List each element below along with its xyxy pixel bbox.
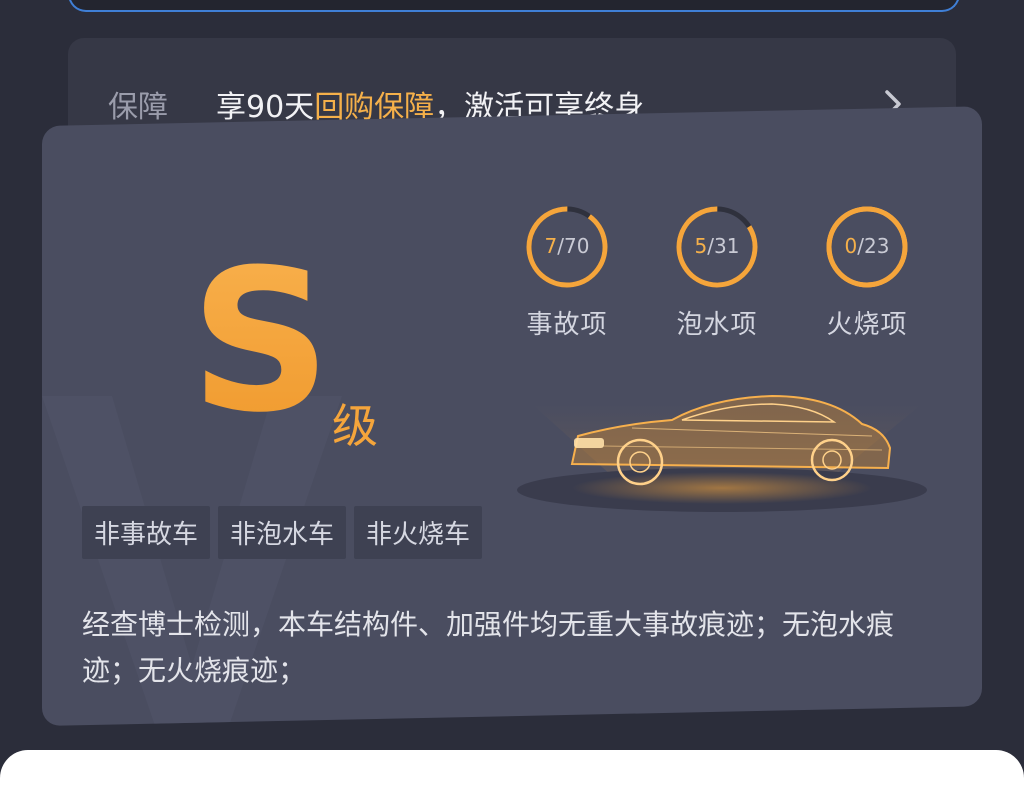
guarantee-label: 保障	[108, 90, 168, 125]
inspection-summary: 经查博士检测，本车结构件、加强件均无重大事故痕迹；无泡水痕迹；无火烧痕迹；	[82, 608, 895, 687]
fire-label: 火烧项	[826, 310, 908, 340]
accident-inspection: 7/70 事故项	[512, 204, 622, 341]
condition-tags: 非事故车 非泡水车 非火烧车	[82, 506, 483, 559]
inspection-grade-card: S 级 7/70 事故项 5/31 泡水项 0/23 火烧项 非事故车 非泡水车…	[42, 106, 982, 726]
flood-count: 5/31	[694, 234, 740, 258]
tag-no-fire: 非火烧车	[354, 506, 483, 559]
accident-count: 7/70	[544, 234, 590, 258]
flood-label: 泡水项	[676, 310, 758, 340]
grade-letter: S	[190, 228, 332, 456]
fire-inspection: 0/23 火烧项	[812, 204, 922, 341]
fire-count: 0/23	[844, 234, 890, 258]
tag-no-flood: 非泡水车	[218, 506, 347, 559]
previous-card	[68, 0, 960, 12]
bottom-sheet	[0, 750, 1024, 810]
grade-suffix: 级	[332, 399, 378, 453]
flood-inspection: 5/31 泡水项	[662, 204, 772, 341]
car-wireframe-illustration	[517, 394, 927, 512]
tag-no-accident: 非事故车	[82, 506, 211, 559]
accident-label: 事故项	[526, 310, 608, 340]
